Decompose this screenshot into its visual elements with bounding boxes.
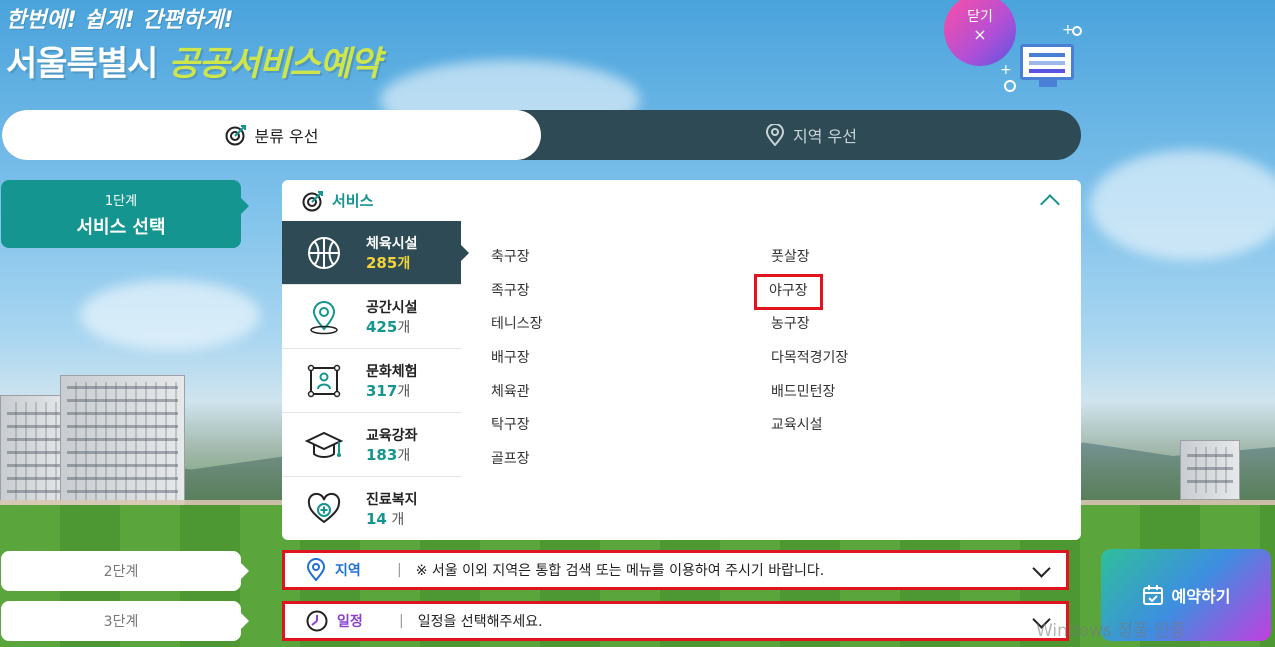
category-culture-experience[interactable]: 문화체험 317개 xyxy=(282,349,461,413)
category-count: 425 xyxy=(366,317,398,336)
clock-icon xyxy=(306,610,328,632)
category-name: 교육강좌 xyxy=(366,427,418,444)
facility-item-badminton[interactable]: 배드민턴장 xyxy=(771,376,848,410)
chevron-down-icon[interactable] xyxy=(1032,559,1051,578)
facility-item-jokgu[interactable]: 족구장 xyxy=(491,275,543,309)
facility-item-basketball[interactable]: 농구장 xyxy=(771,308,848,342)
schedule-label: 일정 xyxy=(337,614,363,630)
step-title: 서비스 선택 xyxy=(76,217,166,238)
basketball-icon xyxy=(304,233,344,273)
separator: | xyxy=(397,562,402,578)
schedule-placeholder: 일정을 선택해주세요. xyxy=(417,614,543,630)
category-unit: 개 xyxy=(397,319,411,336)
facility-item-gym[interactable]: 체육관 xyxy=(491,376,543,410)
category-count: 14 xyxy=(366,509,387,528)
sparkle-icon: + xyxy=(1000,62,1012,78)
heart-plus-icon xyxy=(304,489,344,529)
category-count: 183 xyxy=(366,445,398,464)
category-name: 진료복지 xyxy=(366,491,418,508)
step1-label: 1단계 서비스 선택 xyxy=(1,180,249,248)
graduation-cap-icon xyxy=(304,425,344,465)
separator: | xyxy=(399,613,404,629)
target-icon xyxy=(302,190,323,211)
step2-label: 2단계 xyxy=(1,551,249,591)
close-label: 닫기 xyxy=(967,9,993,25)
background-building xyxy=(60,375,185,510)
category-name: 체육시설 xyxy=(366,235,418,252)
target-icon xyxy=(225,125,246,146)
step3-label: 3단계 xyxy=(1,601,249,641)
region-label: 지역 xyxy=(335,563,361,579)
service-panel: 서비스 체육시설 285개 공간시설 425개 문화체험 317개 교육강좌 1… xyxy=(282,180,1081,540)
category-count: 317 xyxy=(366,381,398,400)
category-unit: 개 xyxy=(397,447,411,464)
brand-title: 서울특별시 공공서비스예약 xyxy=(6,36,381,85)
brand-accent: 공공서비스예약 xyxy=(168,44,381,84)
background-building xyxy=(1180,440,1240,500)
location-pin-icon xyxy=(306,558,326,582)
category-name: 공간시설 xyxy=(366,299,418,316)
category-unit: 개 xyxy=(397,255,411,272)
facility-item-baseball[interactable]: 야구장 xyxy=(754,273,823,310)
search-mode-tabs: 분류 우선 지역 우선 xyxy=(2,110,1081,160)
facility-item-table-tennis[interactable]: 탁구장 xyxy=(491,409,543,443)
ring-decoration-icon xyxy=(1004,80,1016,92)
location-pin-icon xyxy=(766,124,785,146)
close-icon: × xyxy=(973,25,987,44)
category-space-facility[interactable]: 공간시설 425개 xyxy=(282,285,461,349)
category-count: 285 xyxy=(366,253,398,272)
brand-main: 서울특별시 xyxy=(6,44,158,84)
reserve-label: 예약하기 xyxy=(1171,587,1231,606)
tagline: 한번에! 쉽게! 간편하게! xyxy=(6,8,234,33)
step-number: 1단계 xyxy=(104,194,138,209)
close-button[interactable]: 닫기 × xyxy=(944,0,1016,66)
monitor-illustration-icon xyxy=(1020,44,1074,87)
background-cloud xyxy=(1090,150,1275,260)
calendar-check-icon xyxy=(1142,585,1163,605)
facility-item-multipurpose[interactable]: 다목적경기장 xyxy=(771,342,848,376)
service-panel-title: 서비스 xyxy=(332,192,374,210)
facility-item-futsal[interactable]: 풋살장 xyxy=(771,241,848,275)
chevron-up-icon[interactable] xyxy=(1040,194,1060,214)
category-name: 문화체험 xyxy=(366,363,418,380)
category-education-course[interactable]: 교육강좌 183개 xyxy=(282,413,461,477)
windows-activation-watermark: Windows 정품 인증 xyxy=(1036,621,1186,641)
category-unit: 개 xyxy=(397,383,411,400)
facility-item-soccer[interactable]: 축구장 xyxy=(491,241,543,275)
ring-decoration-icon xyxy=(1072,26,1082,36)
category-medical-welfare[interactable]: 진료복지 14 개 xyxy=(282,477,461,540)
tab-region-first[interactable]: 지역 우선 xyxy=(541,110,1081,160)
facility-item-baseball-wrap: 야구장 xyxy=(754,273,848,310)
facility-item-tennis[interactable]: 테니스장 xyxy=(491,308,543,342)
facility-column-right: 풋살장 야구장 농구장 다목적경기장 배드민턴장 교육시설 xyxy=(754,241,848,443)
background-cloud xyxy=(80,280,260,350)
facility-column-left: 축구장 족구장 테니스장 배구장 체육관 탁구장 골프장 xyxy=(491,241,543,477)
facility-item-volleyball[interactable]: 배구장 xyxy=(491,342,543,376)
map-pin-icon xyxy=(304,297,344,337)
category-list: 체육시설 285개 공간시설 425개 문화체험 317개 교육강좌 183개 … xyxy=(282,221,469,540)
person-frame-icon xyxy=(304,361,344,401)
category-sports-facility[interactable]: 체육시설 285개 xyxy=(282,221,469,285)
tab-category-first[interactable]: 분류 우선 xyxy=(2,110,541,160)
tab-label: 지역 우선 xyxy=(793,127,857,146)
tab-label: 분류 우선 xyxy=(254,127,319,146)
region-selector[interactable]: 지역 | ※ 서울 이외 지역은 통합 검색 또는 메뉴를 이용하여 주시기 바… xyxy=(282,550,1069,590)
category-unit: 개 xyxy=(386,511,405,528)
region-notice: ※ 서울 이외 지역은 통합 검색 또는 메뉴를 이용하여 주시기 바랍니다. xyxy=(415,563,825,579)
facility-item-education[interactable]: 교육시설 xyxy=(771,409,848,443)
service-panel-header[interactable]: 서비스 xyxy=(282,180,1081,221)
facility-item-golf[interactable]: 골프장 xyxy=(491,443,543,477)
schedule-selector[interactable]: 일정 | 일정을 선택해주세요. xyxy=(282,601,1069,641)
